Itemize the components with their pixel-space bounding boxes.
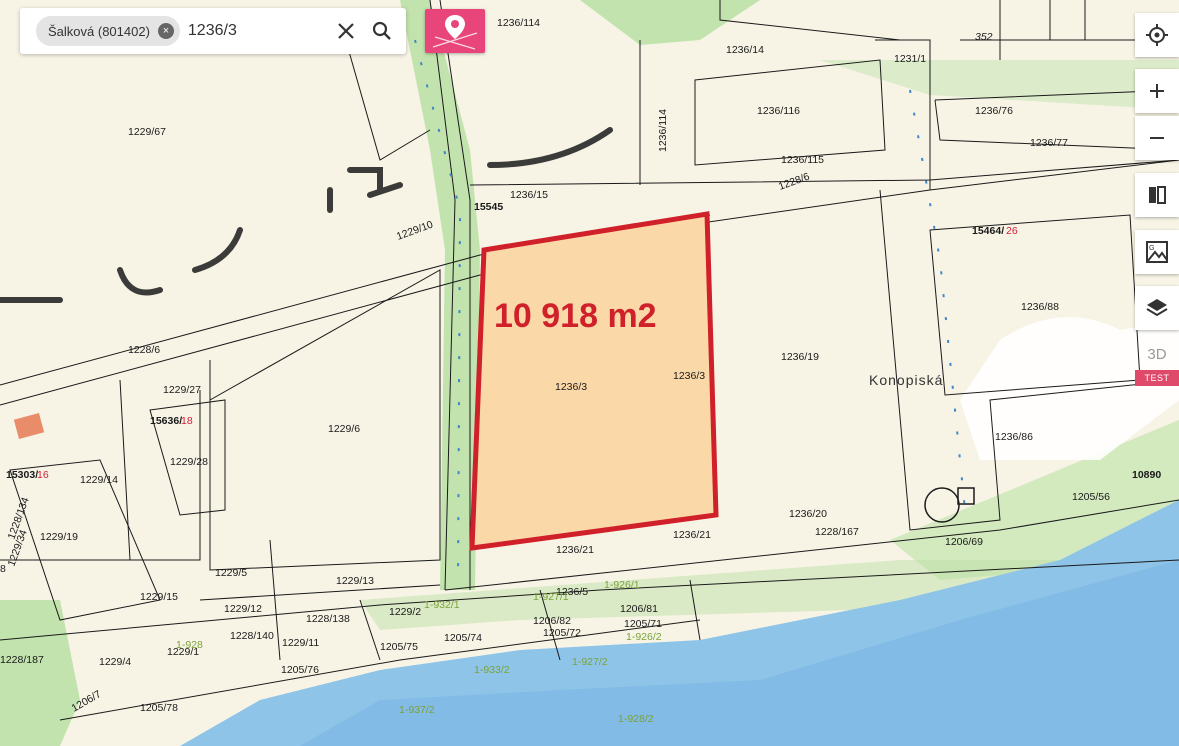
area-label: 10 918 m2 (494, 297, 657, 335)
parcel-label: 16 (37, 469, 49, 481)
locate-button[interactable] (1135, 13, 1179, 57)
parcel-label: 15303/ (6, 469, 38, 481)
parcel-label: 1205/71 (624, 618, 662, 630)
parcel-label: 1236/88 (1021, 301, 1059, 313)
parcel-label: 1236/114 (657, 109, 669, 152)
parcel-label: 1236/115 (781, 154, 824, 166)
parcel-label-green: 1-928 (176, 639, 203, 651)
svg-text:G: G (1149, 245, 1154, 252)
parcel-label: 1229/19 (40, 531, 78, 543)
parcel-label: 1229/13 (336, 575, 374, 587)
zoom-in-button[interactable] (1135, 69, 1179, 113)
parcel-label: 1236/21 (556, 544, 594, 556)
parcel-label: 15636/ (150, 415, 182, 427)
parcel-label: 1228/167 (815, 526, 859, 538)
parcel-label: 1236/19 (781, 351, 819, 363)
parcel-label: 1205/75 (380, 641, 418, 653)
parcel-label: 1229/12 (224, 603, 262, 615)
parcel-label: 1229/4 (99, 656, 131, 668)
layers-button[interactable] (1135, 286, 1179, 330)
parcel-label: 1205/56 (1072, 491, 1110, 503)
parcel-pin-button[interactable] (425, 9, 485, 53)
parcel-label: 1229/15 (140, 591, 178, 603)
parcel-label: 1205/72 (543, 627, 581, 639)
toggle-3d-button[interactable]: 3D (1135, 342, 1179, 368)
parcel-label-green: 1-927/1 (533, 591, 569, 603)
place-name-label: Konopiská (869, 372, 943, 388)
locate-icon (1146, 24, 1168, 46)
parcel-label: 1228/6 (128, 344, 160, 356)
parcel-label-green: 1-928/2 (618, 713, 654, 725)
parcel-label-green: 1-927/2 (572, 656, 608, 668)
parcel-label: 1206/81 (620, 603, 658, 615)
parcel-label: 1236/86 (995, 431, 1033, 443)
test-badge: TEST (1135, 370, 1179, 386)
parcel-label: 1229/6 (328, 423, 360, 435)
parcel-label: 1236/3 (673, 370, 705, 382)
parcel-label: 1236/77 (1030, 137, 1068, 149)
parcel-label: 1229/27 (163, 384, 201, 396)
parcel-label-green: 1-933/2 (474, 664, 510, 676)
parcel-label: 18 (181, 415, 193, 427)
compare-icon (1149, 186, 1166, 204)
parcel-label: 352 (975, 31, 993, 43)
parcel-label-green: 1-937/2 (399, 704, 435, 716)
parcel-label: 1205/74 (444, 632, 482, 644)
parcel-label: 1231/1 (894, 53, 926, 65)
search-input[interactable]: 1236/3 (188, 22, 328, 40)
parcel-label: 1229/5 (215, 567, 247, 579)
parcel-label: 1236/76 (975, 105, 1013, 117)
parcel-label: 26 (1006, 225, 1018, 237)
compare-button[interactable] (1135, 173, 1179, 217)
parcel-label-green: 1-932/1 (424, 599, 460, 611)
search-icon[interactable] (364, 13, 400, 49)
parcel-label: 1236/114 (497, 17, 540, 29)
parcel-label: 1228/138 (306, 613, 350, 625)
parcel-label: 1236/116 (757, 105, 800, 117)
map-pin-icon (432, 15, 478, 50)
cadastral-area-chip[interactable]: Šalková (801402) × (36, 16, 180, 46)
close-icon[interactable] (328, 13, 364, 49)
cadastral-map[interactable]: 10 918 m2 Konopiská 1229/67 1236/114 1236/… (0, 0, 1179, 746)
parcel-label: 1236/3 (555, 381, 587, 393)
parcel-label: 1236/14 (726, 44, 764, 56)
parcel-label: 1229/2 (389, 606, 421, 618)
zoom-out-icon (1150, 137, 1164, 139)
parcel-label-green: 1-926/1 (604, 579, 640, 591)
parcel-label: 1205/76 (281, 664, 319, 676)
parcel-label: 15464/ (972, 225, 1004, 237)
zoom-out-button[interactable] (1135, 116, 1179, 160)
parcel-label: 1236/21 (673, 529, 711, 541)
chip-label: Šalková (801402) (48, 23, 150, 39)
parcel-label-green: 1-926/2 (626, 631, 662, 643)
chip-clear-icon[interactable]: × (157, 23, 174, 39)
parcel-label: 15545 (474, 201, 503, 213)
parcel-label: 1228/140 (230, 630, 274, 642)
parcel-label: 1206/82 (533, 615, 571, 627)
parcel-label: 1236/20 (789, 508, 827, 520)
map-geo-button[interactable]: G (1135, 230, 1179, 274)
parcel-label: 1205/78 (140, 702, 178, 714)
parcel-label: 1228/187 (0, 654, 44, 666)
layers-icon (1146, 299, 1168, 317)
parcel-label: 1229/14 (80, 474, 118, 486)
parcel-label: 1206/69 (945, 536, 983, 548)
parcel-label: 1229/28 (170, 456, 208, 468)
search-bar: Šalková (801402) × 1236/3 (20, 8, 406, 54)
parcel-label: 1236/15 (510, 189, 548, 201)
parcel-label: 1229/67 (128, 126, 166, 138)
zoom-in-icon (1150, 84, 1164, 98)
parcel-label: 8 (0, 563, 6, 575)
parcel-label: 1229/11 (282, 637, 319, 649)
map-geo-icon: G (1146, 241, 1168, 263)
parcel-label: 10890 (1132, 469, 1161, 481)
